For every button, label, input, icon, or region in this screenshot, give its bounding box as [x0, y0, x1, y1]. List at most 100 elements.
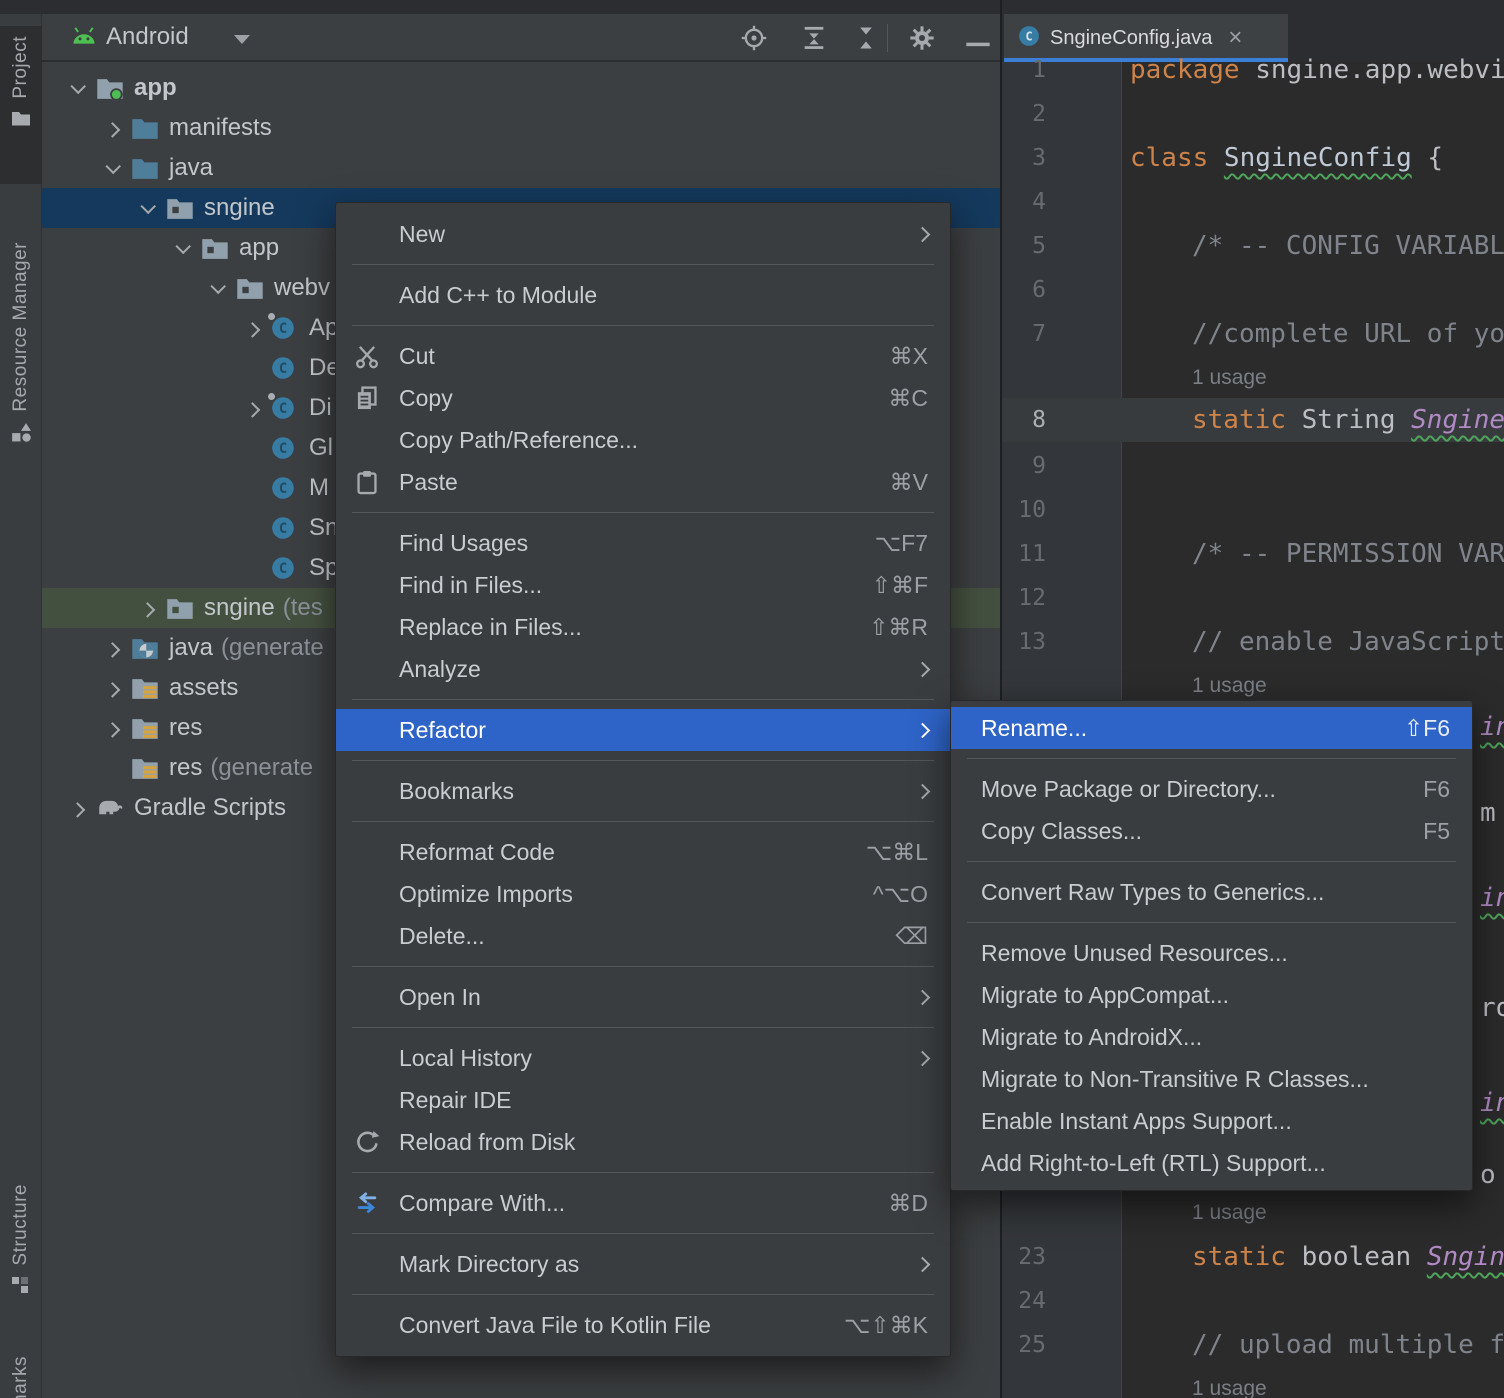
menu-item-delete[interactable]: Delete...⌫: [336, 915, 950, 957]
menu-item-convert-to-kotlin[interactable]: Convert Java File to Kotlin File⌥⇧⌘K: [336, 1304, 950, 1346]
tree-item-label: assets: [169, 674, 238, 702]
svg-text:C: C: [279, 481, 287, 497]
chevron-down-icon[interactable]: [167, 228, 197, 268]
tree-item-label: Di: [309, 394, 332, 422]
menu-item-paste[interactable]: Paste⌘V: [336, 461, 950, 503]
hide-tool-window-icon[interactable]: [964, 36, 992, 64]
usage-inlay-hint[interactable]: 1 usage: [1192, 1367, 1267, 1398]
class-icon: C: [271, 476, 299, 500]
menu-item-copy[interactable]: Copy⌘C: [336, 377, 950, 419]
menu-item-reload-from-disk[interactable]: Reload from Disk: [336, 1121, 950, 1163]
locate-file-icon[interactable]: [740, 24, 768, 52]
tree-item-label: webv: [274, 274, 330, 302]
svg-text:C: C: [1025, 29, 1032, 43]
menu-item-find-in-files[interactable]: Find in Files...⇧⌘F: [336, 564, 950, 606]
menu-item-analyze[interactable]: Analyze: [336, 648, 950, 690]
submenu-item-convert-raw-types[interactable]: Convert Raw Types to Generics...: [951, 871, 1472, 913]
tree-item-label: res: [169, 714, 202, 742]
menu-item-new[interactable]: New: [336, 213, 950, 255]
chevron-right-icon[interactable]: [97, 108, 127, 148]
menu-separator: [352, 760, 934, 761]
gear-icon[interactable]: [908, 24, 936, 52]
submenu-item-migrate-androidx[interactable]: Migrate to AndroidX...: [951, 1016, 1472, 1058]
submenu-item-migrate-appcompat[interactable]: Migrate to AppCompat...: [951, 974, 1472, 1016]
submenu-item-instant-apps[interactable]: Enable Instant Apps Support...: [951, 1100, 1472, 1142]
tree-item-label: sngine: [204, 194, 275, 222]
tool-window-tab-bookmarks[interactable]: Bookmarks: [0, 1346, 42, 1398]
menu-item-add-cpp[interactable]: Add C++ to Module: [336, 274, 950, 316]
chevron-right-icon[interactable]: [132, 588, 162, 628]
chevron-down-icon[interactable]: [234, 35, 250, 44]
chevron-down-icon[interactable]: [132, 188, 162, 228]
menu-item-mark-directory-as[interactable]: Mark Directory as: [336, 1243, 950, 1285]
menu-item-optimize-imports[interactable]: Optimize Imports^⌥O: [336, 873, 950, 915]
tree-item-java[interactable]: java: [42, 148, 1000, 188]
android-studio-window: { "activity_bar": { "project": "Project"…: [0, 0, 1504, 1398]
submenu-item-rtl-support[interactable]: Add Right-to-Left (RTL) Support...: [951, 1142, 1472, 1184]
menu-item-replace-in-files[interactable]: Replace in Files...⇧⌘R: [336, 606, 950, 648]
context-menu: New Add C++ to Module Cut⌘X Copy⌘C Copy …: [335, 202, 951, 1357]
code-line: /* -- CONFIG VARIABL: [1192, 224, 1504, 268]
menu-item-bookmarks[interactable]: Bookmarks: [336, 770, 950, 812]
code-fragment: m: [1480, 791, 1496, 835]
tree-item-label: Gl: [309, 434, 333, 462]
submenu-arrow-icon: [915, 1050, 931, 1066]
line-number: 23: [1002, 1235, 1046, 1279]
menu-item-repair-ide[interactable]: Repair IDE: [336, 1079, 950, 1121]
menu-item-cut[interactable]: Cut⌘X: [336, 335, 950, 377]
menu-item-open-in[interactable]: Open In: [336, 976, 950, 1018]
folder-icon: [11, 109, 31, 129]
submenu-arrow-icon: [915, 1256, 931, 1272]
line-number-current: 8: [1002, 398, 1046, 442]
menu-separator: [352, 1294, 934, 1295]
view-selector[interactable]: Android: [106, 23, 189, 51]
chevron-down-icon[interactable]: [62, 68, 92, 108]
chevron-right-icon[interactable]: [97, 708, 127, 748]
tool-window-tab-resource-manager[interactable]: Resource Manager: [0, 232, 42, 462]
tree-item-label: Gradle Scripts: [134, 794, 286, 822]
line-number: 25: [1002, 1323, 1046, 1367]
refactor-submenu: Rename...⇧F6 Move Package or Directory..…: [950, 700, 1473, 1191]
collapse-all-icon[interactable]: [852, 24, 880, 52]
close-icon[interactable]: ×: [1228, 26, 1242, 50]
submenu-item-copy-classes[interactable]: Copy Classes...F5: [951, 810, 1472, 852]
menu-item-refactor[interactable]: Refactor: [336, 709, 950, 751]
chevron-right-icon[interactable]: [97, 668, 127, 708]
chevron-right-icon[interactable]: [97, 628, 127, 668]
chevron-right-icon[interactable]: [237, 308, 267, 348]
submenu-item-rename[interactable]: Rename...⇧F6: [951, 707, 1472, 749]
tree-item-label: manifests: [169, 114, 272, 142]
tool-window-tab-project[interactable]: Project: [0, 26, 42, 184]
tree-item-label: app: [134, 74, 177, 102]
submenu-item-remove-unused-resources[interactable]: Remove Unused Resources...: [951, 932, 1472, 974]
chevron-right-icon[interactable]: [62, 788, 92, 828]
tree-item-manifests[interactable]: manifests: [42, 108, 1000, 148]
menu-item-reformat-code[interactable]: Reformat Code⌥⌘L: [336, 831, 950, 873]
menu-item-copy-path[interactable]: Copy Path/Reference...: [336, 419, 950, 461]
line-number: 9: [1002, 444, 1046, 488]
folder-icon: [131, 156, 159, 180]
project-panel-header: Android: [42, 14, 1000, 62]
usage-inlay-hint[interactable]: 1 usage: [1192, 356, 1267, 400]
pin-overlay-icon: [267, 312, 276, 321]
shapes-icon: [11, 422, 31, 442]
submenu-item-move-package[interactable]: Move Package or Directory...F6: [951, 768, 1472, 810]
line-number: 2: [1002, 92, 1046, 136]
submenu-arrow-icon: [915, 226, 931, 242]
chevron-right-icon[interactable]: [237, 388, 267, 428]
tool-window-tab-structure[interactable]: Structure: [0, 1174, 42, 1326]
menu-item-find-usages[interactable]: Find Usages⌥F7: [336, 522, 950, 564]
usage-inlay-hint[interactable]: 1 usage: [1192, 1191, 1267, 1235]
chevron-down-icon[interactable]: [97, 148, 127, 188]
tree-item-suffix: (tes: [283, 594, 323, 622]
code-fragment: in: [1480, 876, 1504, 920]
chevron-down-icon[interactable]: [202, 268, 232, 308]
svg-text:C: C: [279, 441, 287, 457]
code-fragment: ro: [1480, 986, 1504, 1030]
expand-all-icon[interactable]: [800, 24, 828, 52]
copy-icon: [354, 385, 399, 411]
menu-item-local-history[interactable]: Local History: [336, 1037, 950, 1079]
submenu-item-migrate-nontransitive[interactable]: Migrate to Non-Transitive R Classes...: [951, 1058, 1472, 1100]
tree-item-app-module[interactable]: app: [42, 68, 1000, 108]
menu-item-compare-with[interactable]: Compare With...⌘D: [336, 1182, 950, 1224]
